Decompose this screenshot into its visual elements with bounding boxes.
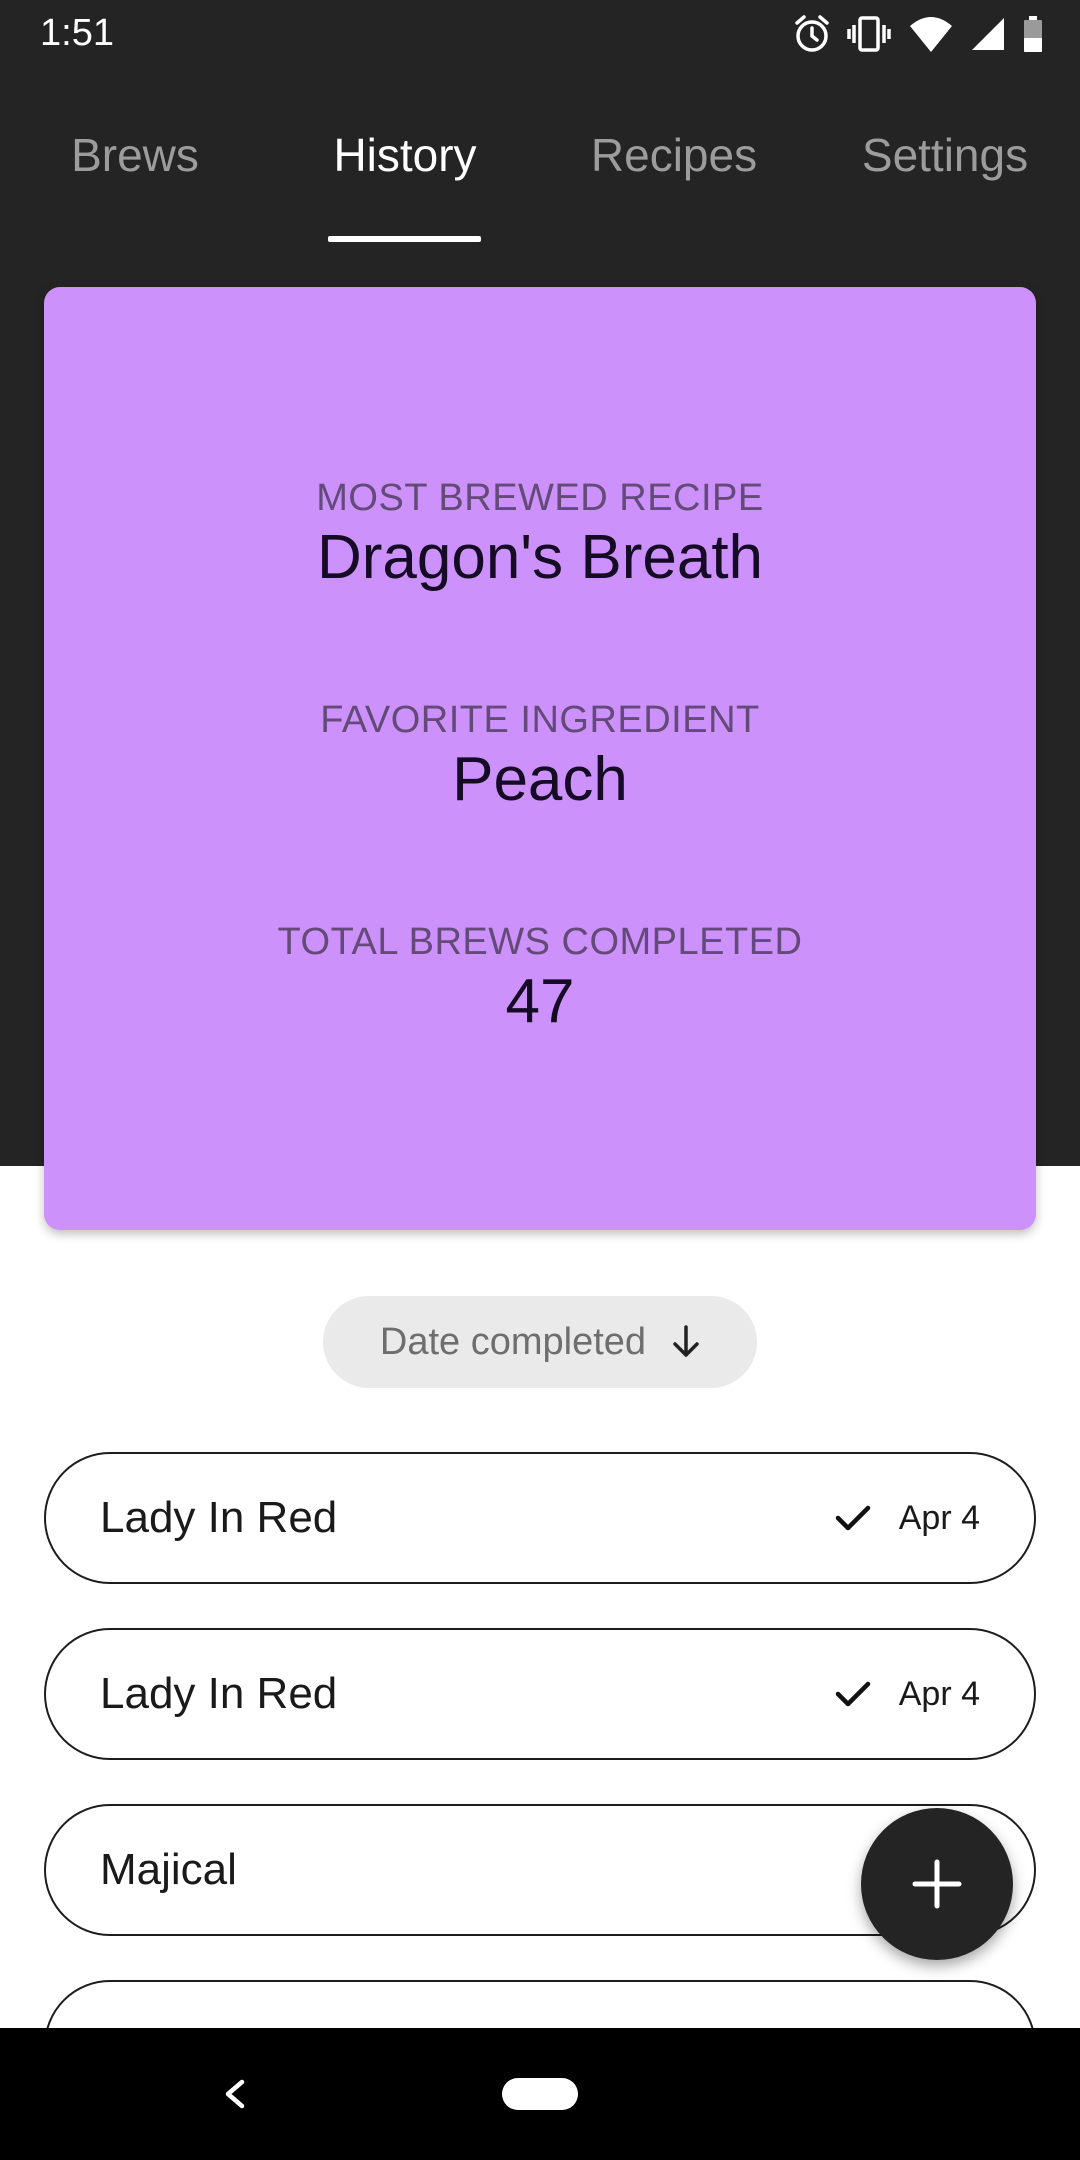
vibrate-icon bbox=[847, 16, 891, 52]
list-item[interactable]: Lady In Red Apr 4 bbox=[44, 1452, 1036, 1584]
tab-brews-label: Brews bbox=[71, 129, 199, 181]
total-brews-label: TOTAL BREWS COMPLETED bbox=[277, 921, 803, 963]
brew-date: Apr 4 bbox=[898, 1498, 980, 1537]
home-pill[interactable] bbox=[502, 2078, 578, 2110]
stats-card: MOST BREWED RECIPE Dragon's Breath FAVOR… bbox=[44, 287, 1036, 1230]
back-icon[interactable] bbox=[214, 2062, 254, 2126]
tab-settings[interactable]: Settings bbox=[848, 100, 1042, 242]
most-brewed-stat: MOST BREWED RECIPE Dragon's Breath bbox=[44, 475, 1036, 595]
most-brewed-label: MOST BREWED RECIPE bbox=[316, 477, 764, 519]
total-brews-value: 47 bbox=[505, 967, 575, 1036]
active-tab-indicator bbox=[328, 236, 481, 242]
status-time: 1:51 bbox=[40, 12, 114, 54]
brew-name: Lady In Red bbox=[100, 1669, 338, 1718]
system-nav-bar bbox=[0, 2028, 1080, 2160]
brew-date: Apr 4 bbox=[898, 1674, 980, 1713]
brew-name: Majical bbox=[100, 1845, 237, 1894]
arrow-down-icon bbox=[673, 1325, 699, 1357]
signal-icon bbox=[972, 18, 1004, 50]
brew-meta: Apr 4 bbox=[835, 1454, 980, 1582]
tab-history-label: History bbox=[333, 129, 477, 181]
status-bar: 1:51 bbox=[0, 0, 1080, 66]
brew-meta: Apr 4 bbox=[835, 1630, 980, 1758]
tab-history[interactable]: History bbox=[308, 100, 502, 242]
most-brewed-value: Dragon's Breath bbox=[316, 523, 764, 592]
status-icons bbox=[794, 12, 1044, 56]
list-item[interactable]: Lady In Red Apr 4 bbox=[44, 1628, 1036, 1760]
tab-bar: Brews History Recipes Settings bbox=[0, 100, 1080, 242]
alarm-icon bbox=[795, 15, 829, 52]
tab-recipes-label: Recipes bbox=[590, 129, 758, 181]
tab-settings-label: Settings bbox=[861, 129, 1029, 181]
wifi-icon bbox=[910, 17, 952, 52]
check-icon bbox=[835, 1505, 870, 1531]
tab-brews[interactable]: Brews bbox=[40, 100, 230, 242]
favorite-ingredient-value: Peach bbox=[452, 745, 628, 814]
check-icon bbox=[835, 1681, 870, 1707]
favorite-ingredient-stat: FAVORITE INGREDIENT Peach bbox=[44, 697, 1036, 817]
total-brews-stat: TOTAL BREWS COMPLETED 47 bbox=[44, 919, 1036, 1039]
sort-chip-label: Date completed bbox=[379, 1320, 647, 1363]
add-brew-button[interactable] bbox=[861, 1808, 1013, 1960]
sort-by-date-chip[interactable]: Date completed bbox=[323, 1296, 757, 1388]
tab-recipes[interactable]: Recipes bbox=[576, 100, 772, 242]
favorite-ingredient-label: FAVORITE INGREDIENT bbox=[320, 699, 760, 741]
battery-icon bbox=[1024, 16, 1042, 52]
brew-name: Lady In Red bbox=[100, 1493, 338, 1542]
plus-icon bbox=[912, 1859, 962, 1909]
